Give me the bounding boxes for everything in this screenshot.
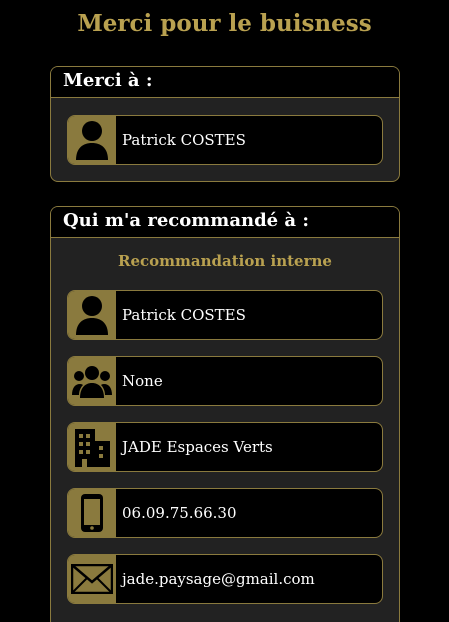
envelope-icon	[68, 555, 116, 603]
buildings-icon	[68, 423, 116, 471]
users-group-icon	[68, 357, 116, 405]
referrer-company-name: JADE Espaces Verts	[122, 438, 273, 456]
referrer-email-row: jade.paysage@gmail.com	[67, 554, 383, 604]
referrer-card-header: Qui m'a recommandé à :	[51, 207, 399, 238]
referrer-group-value: None	[122, 372, 163, 390]
thanked-card-header: Merci à :	[51, 67, 399, 98]
page: Merci pour le buisness Merci à : Patrick…	[0, 0, 449, 622]
referrer-person-row: Patrick COSTES	[67, 290, 383, 340]
user-icon	[68, 116, 116, 164]
referrer-card: Qui m'a recommandé à : Recommandation in…	[50, 206, 400, 622]
referrer-company-row: JADE Espaces Verts	[67, 422, 383, 472]
mobile-phone-icon	[68, 489, 116, 537]
referrer-person-name: Patrick COSTES	[122, 306, 246, 324]
thanked-person-name: Patrick COSTES	[122, 131, 246, 149]
referrer-phone-row: 06.09.75.66.30	[67, 488, 383, 538]
page-title: Merci pour le buisness	[77, 10, 372, 37]
user-icon	[68, 291, 116, 339]
thanked-card: Merci à : Patrick COSTES	[50, 66, 400, 182]
referrer-email-address: jade.paysage@gmail.com	[122, 570, 315, 588]
thanked-person-row: Patrick COSTES	[67, 115, 383, 165]
referrer-phone-number: 06.09.75.66.30	[122, 504, 237, 522]
referrer-group-row: None	[67, 356, 383, 406]
recommendation-type: Recommandation interne	[118, 252, 332, 270]
